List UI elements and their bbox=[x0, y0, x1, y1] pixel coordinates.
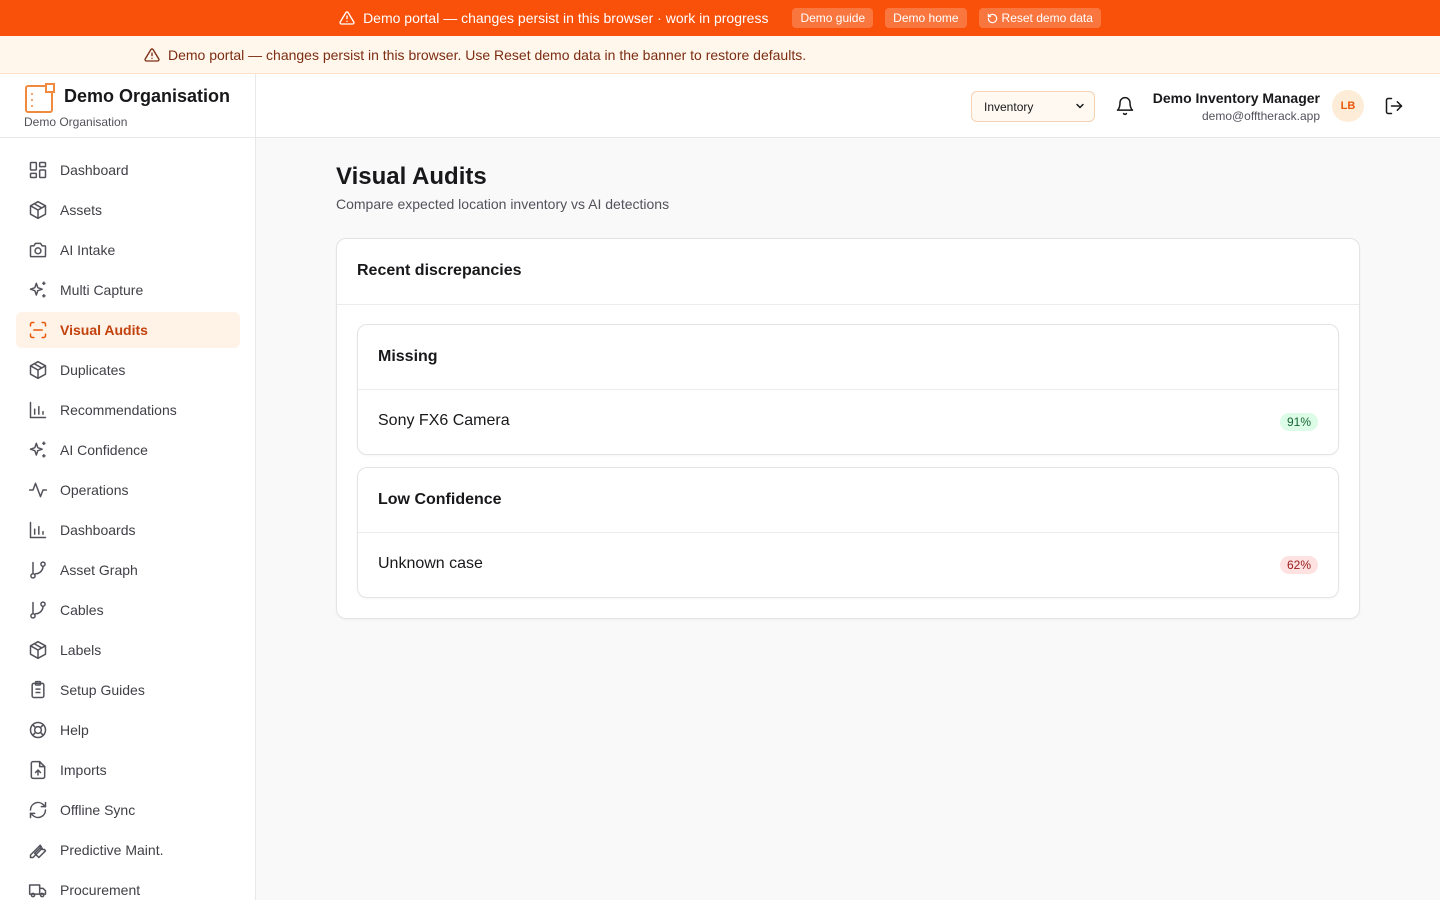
page-subtitle: Compare expected location inventory vs A… bbox=[336, 196, 670, 212]
bar-chart-icon bbox=[28, 400, 48, 420]
sidebar-item-asset-graph[interactable]: Asset Graph bbox=[16, 552, 240, 588]
user-name: Demo Inventory Manager bbox=[1152, 90, 1320, 106]
list-item[interactable]: Sony FX6 Camera 91% bbox=[358, 390, 1338, 454]
sidebar-item-label: Predictive Maint. bbox=[60, 842, 164, 858]
sidebar-item-duplicates[interactable]: Duplicates bbox=[16, 352, 240, 388]
sidebar-item-label: Setup Guides bbox=[60, 682, 145, 698]
sidebar-item-visual-audits[interactable]: Visual Audits bbox=[16, 312, 240, 348]
sidebar: Demo Organisation Demo Organisation Dash… bbox=[0, 74, 256, 900]
org-name: Demo Organisation bbox=[64, 86, 231, 106]
truck-icon bbox=[28, 880, 48, 900]
sidebar-item-label: Dashboard bbox=[60, 162, 129, 178]
sidebar-item-label: Dashboards bbox=[60, 522, 136, 538]
demo-banner: Demo portal — changes persist in this br… bbox=[0, 0, 1440, 36]
sidebar-item-label: Cables bbox=[60, 602, 104, 618]
wrench-icon bbox=[28, 840, 48, 860]
confidence-badge: 62% bbox=[1279, 556, 1318, 574]
sidebar-item-offline-sync[interactable]: Offline Sync bbox=[16, 792, 240, 828]
org-logo-icon bbox=[24, 82, 56, 114]
dashboard-icon bbox=[28, 160, 48, 180]
demo-notice: Demo portal — changes persist in this br… bbox=[0, 36, 1440, 74]
box-icon bbox=[28, 200, 48, 220]
scan-icon bbox=[28, 320, 48, 340]
sidebar-item-assets[interactable]: Assets bbox=[16, 192, 240, 228]
discrepancies-card: Recent discrepancies Missing Sony FX6 Ca… bbox=[336, 238, 1360, 619]
demo-guide-button[interactable]: Demo guide bbox=[792, 8, 874, 28]
sidebar-item-recommendations[interactable]: Recommendations bbox=[16, 392, 240, 428]
sidebar-item-procurement[interactable]: Procurement bbox=[16, 872, 240, 900]
chevron-down-icon bbox=[1074, 100, 1086, 112]
user-email: demo@offtherack.app bbox=[1201, 109, 1320, 123]
sidebar-item-label: Labels bbox=[60, 642, 102, 658]
sidebar-item-labels[interactable]: Labels bbox=[16, 632, 240, 668]
discrepancy-group-missing: Missing Sony FX6 Camera 91% bbox=[357, 324, 1339, 455]
sidebar-item-dashboards[interactable]: Dashboards bbox=[16, 512, 240, 548]
org-subtitle: Demo Organisation bbox=[24, 115, 128, 129]
git-branch-icon bbox=[28, 560, 48, 580]
avatar[interactable]: LB bbox=[1332, 90, 1364, 122]
sidebar-item-label: AI Intake bbox=[60, 242, 116, 258]
sparkles-icon bbox=[28, 280, 48, 300]
top-header: Inventory Demo Inventory Manager demo@of… bbox=[256, 74, 1440, 138]
confidence-badge: 91% bbox=[1279, 413, 1318, 431]
sidebar-item-imports[interactable]: Imports bbox=[16, 752, 240, 788]
page-title: Visual Audits bbox=[336, 163, 487, 190]
sparkles-icon bbox=[28, 440, 48, 460]
box-icon bbox=[28, 360, 48, 380]
sidebar-item-setup-guides[interactable]: Setup Guides bbox=[16, 672, 240, 708]
sidebar-item-cables[interactable]: Cables bbox=[16, 592, 240, 628]
warning-icon bbox=[339, 10, 355, 26]
sidebar-item-multi-capture[interactable]: Multi Capture bbox=[16, 272, 240, 308]
module-select[interactable]: Inventory bbox=[971, 91, 1095, 122]
sidebar-item-label: Asset Graph bbox=[60, 562, 138, 578]
sidebar-item-label: Procurement bbox=[60, 882, 141, 898]
sidebar-item-label: Visual Audits bbox=[60, 322, 148, 338]
reset-demo-button[interactable]: Reset demo data bbox=[978, 8, 1101, 28]
bar-chart-icon bbox=[28, 520, 48, 540]
git-branch-icon bbox=[28, 600, 48, 620]
list-item[interactable]: Unknown case 62% bbox=[358, 533, 1338, 597]
card-title: Recent discrepancies bbox=[337, 239, 1359, 305]
group-title: Low Confidence bbox=[358, 468, 1338, 533]
sidebar-item-label: Recommendations bbox=[60, 402, 177, 418]
sidebar-item-predictive-maint[interactable]: Predictive Maint. bbox=[16, 832, 240, 868]
demo-home-button[interactable]: Demo home bbox=[885, 8, 967, 28]
group-title: Missing bbox=[358, 325, 1338, 390]
sidebar-item-ai-intake[interactable]: AI Intake bbox=[16, 232, 240, 268]
sidebar-item-label: Offline Sync bbox=[60, 802, 136, 818]
refresh-icon bbox=[28, 800, 48, 820]
banner-message: Demo portal — changes persist in this br… bbox=[363, 10, 769, 26]
sidebar-item-label: Imports bbox=[60, 762, 107, 778]
sidebar-nav: Dashboard Assets AI Intake Multi Capture… bbox=[16, 152, 240, 900]
sidebar-item-ai-confidence[interactable]: AI Confidence bbox=[16, 432, 240, 468]
activity-icon bbox=[28, 480, 48, 500]
camera-icon bbox=[28, 240, 48, 260]
file-upload-icon bbox=[28, 760, 48, 780]
warning-icon bbox=[144, 47, 160, 63]
sidebar-item-operations[interactable]: Operations bbox=[16, 472, 240, 508]
sidebar-item-dashboard[interactable]: Dashboard bbox=[16, 152, 240, 188]
logout-icon[interactable] bbox=[1384, 96, 1404, 116]
clipboard-icon bbox=[28, 680, 48, 700]
sidebar-item-label: Multi Capture bbox=[60, 282, 144, 298]
bell-icon[interactable] bbox=[1115, 96, 1135, 116]
item-name: Sony FX6 Camera bbox=[378, 412, 510, 429]
life-buoy-icon bbox=[28, 720, 48, 740]
module-select-value: Inventory bbox=[984, 99, 1034, 114]
discrepancy-group-low-confidence: Low Confidence Unknown case 62% bbox=[357, 467, 1339, 598]
item-name: Unknown case bbox=[378, 555, 483, 572]
reset-icon bbox=[987, 13, 997, 23]
sidebar-item-help[interactable]: Help bbox=[16, 712, 240, 748]
sidebar-item-label: AI Confidence bbox=[60, 442, 148, 458]
sidebar-item-label: Help bbox=[60, 722, 89, 738]
reset-demo-label: Reset demo data bbox=[1001, 11, 1093, 25]
sidebar-item-label: Duplicates bbox=[60, 362, 126, 378]
box-icon bbox=[28, 640, 48, 660]
notice-message: Demo portal — changes persist in this br… bbox=[168, 46, 807, 63]
sidebar-item-label: Operations bbox=[60, 482, 129, 498]
sidebar-item-label: Assets bbox=[60, 202, 103, 218]
org-switcher[interactable]: Demo Organisation Demo Organisation bbox=[0, 74, 255, 138]
